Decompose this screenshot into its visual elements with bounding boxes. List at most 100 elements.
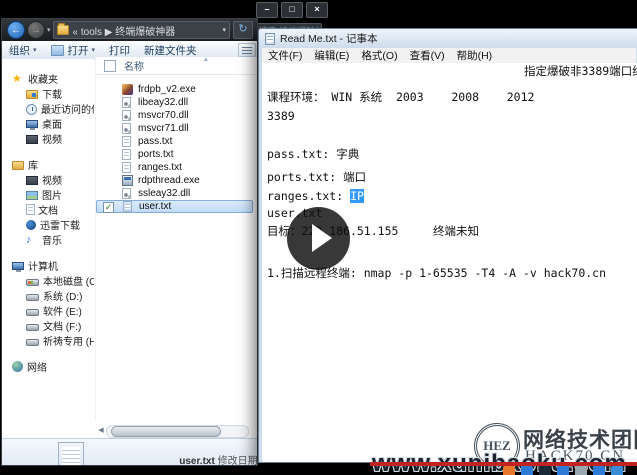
sidebar-item[interactable]: ★ 收藏夹 [2, 71, 94, 86]
sidebar-item[interactable]: 视频 [2, 131, 94, 146]
refresh-button[interactable]: ↻ [233, 21, 253, 39]
scrollbar-thumb[interactable] [111, 426, 221, 437]
file-name: rdpthread.exe [138, 175, 200, 186]
file-row[interactable]: libeay32.dll [96, 96, 253, 109]
sidebar-item-label: 最近访问的位置 [41, 101, 94, 116]
sidebar-item[interactable]: 最近访问的位置 [2, 101, 94, 116]
sidebar-item-label: 桌面 [42, 116, 62, 131]
sort-ascending-icon: ▲ [203, 57, 209, 63]
sidebar-item-label: 迅雷下载 [40, 217, 80, 232]
menu-item[interactable]: 查看(V) [404, 48, 451, 63]
notepad-title: Read Me.txt - 记事本 [280, 31, 377, 46]
file-name: ssleay32.dll [138, 188, 190, 199]
file-checkbox[interactable]: ✓ [103, 202, 114, 213]
sidebar-item[interactable]: 图片 [2, 187, 94, 202]
menu-item[interactable]: 格式(O) [355, 48, 403, 63]
menu-item[interactable]: 文件(F) [262, 48, 308, 63]
sidebar-item-label: 本地磁盘 (C:) [43, 273, 94, 288]
file-name: frdpb_v2.exe [138, 84, 196, 95]
txt-file-icon [122, 162, 131, 173]
select-all-checkbox[interactable] [104, 60, 116, 72]
minimize-button[interactable]: – [256, 2, 278, 18]
sidebar-item[interactable]: 祈祷专用 (H:) [2, 333, 94, 348]
sidebar-item[interactable]: 视频 [2, 172, 94, 187]
open-folder-icon [51, 45, 64, 56]
file-name: msvcr71.dll [138, 123, 189, 134]
sidebar-item[interactable]: 桌面 [2, 116, 94, 131]
scrollbar-track[interactable] [106, 425, 249, 438]
back-button[interactable]: ← [7, 21, 25, 39]
forward-button[interactable]: → [27, 21, 45, 39]
file-row[interactable]: rdpthread.exe [96, 174, 253, 187]
tray-icon[interactable] [593, 466, 605, 475]
documents-icon [26, 204, 35, 215]
notepad-line: pass.txt: 字典 [267, 147, 359, 162]
notepad-title-bar[interactable]: Read Me.txt - 记事本 [259, 29, 637, 48]
tray-icon[interactable] [611, 466, 623, 475]
star-icon: ★ [12, 73, 24, 85]
exe-app-icon [122, 175, 133, 186]
file-row[interactable]: ssleay32.dll [96, 187, 253, 200]
sidebar-item[interactable]: 下载 [2, 86, 94, 101]
scroll-left-arrow-icon[interactable]: ◀ [96, 426, 106, 436]
sidebar-item[interactable]: 文档 (F:) [2, 318, 94, 333]
pictures-icon [26, 191, 38, 200]
file-row[interactable]: frdpb_v2.exe [96, 83, 253, 96]
file-row[interactable]: msvcr70.dll [96, 109, 253, 122]
name-column-header[interactable]: 名称 [124, 58, 144, 73]
sidebar-item[interactable]: 文档 [2, 202, 94, 217]
sidebar-item[interactable]: 软件 (E:) [2, 303, 94, 318]
column-header-row[interactable]: 名称 ▲ [96, 57, 257, 75]
sidebar-item[interactable]: 本地磁盘 (C:) [2, 273, 94, 288]
tray-icon[interactable] [539, 466, 551, 475]
navigation-pane: ★ 收藏夹 下载 最近访问的位置 桌面 [2, 59, 94, 421]
file-row[interactable]: ports.txt [96, 148, 253, 161]
menu-item[interactable]: 编辑(E) [308, 48, 355, 63]
sidebar-item-label: 计算机 [28, 258, 58, 273]
tray-icon[interactable] [557, 466, 569, 475]
sidebar-item[interactable]: 库 [2, 157, 94, 172]
horizontal-scrollbar[interactable]: ◀ [96, 425, 249, 437]
play-button[interactable] [287, 207, 350, 270]
breadcrumb-dropdown-icon[interactable]: ▾ [222, 26, 226, 34]
breadcrumb[interactable]: « tools ▶ 终端爆破神器 [73, 23, 220, 38]
file-row[interactable]: msvcr71.dll [96, 122, 253, 135]
toolbar-button[interactable]: 打开 ▾ [44, 41, 103, 59]
network-icon [12, 361, 23, 372]
drive-c-icon [26, 279, 39, 286]
sidebar-item-label: 网络 [27, 359, 47, 374]
file-row[interactable]: ✓ user.txt [96, 200, 253, 213]
tray-icon[interactable] [503, 466, 515, 475]
tray-icon[interactable] [575, 466, 587, 475]
sidebar-item[interactable]: 迅雷下载 [2, 217, 94, 232]
file-row[interactable]: ranges.txt [96, 161, 253, 174]
exe-colorful-icon [122, 84, 133, 95]
libraries-icon [12, 161, 24, 170]
toolbar-button[interactable]: 组织 ▾ [2, 41, 44, 59]
sidebar-item-label: 系统 (D:) [43, 288, 82, 303]
recent-pages-dropdown-icon[interactable]: ▾ [47, 26, 51, 34]
file-row[interactable]: pass.txt [96, 135, 253, 148]
sidebar-item-label: 音乐 [42, 232, 62, 247]
address-bar: ← → ▾ « tools ▶ 终端爆破神器 ▾ ↻ [2, 19, 257, 41]
drive-icon [26, 324, 39, 331]
sidebar-item[interactable]: 系统 (D:) [2, 288, 94, 303]
tray-icon[interactable] [521, 466, 533, 475]
sidebar-item-label: 收藏夹 [28, 71, 58, 86]
sidebar-item[interactable]: 计算机 [2, 258, 94, 273]
taskbar-tray-icons [503, 466, 623, 475]
sidebar-item-label: 视频 [42, 131, 62, 146]
close-button[interactable]: × [306, 2, 328, 18]
menu-item[interactable]: 帮助(H) [451, 48, 499, 63]
change-view-button[interactable] [238, 43, 256, 57]
details-pane: user.txt 修改日期: 2016/6/4 17:26 文本文档 大小: 1… [2, 438, 257, 465]
sidebar-item[interactable]: 网络 [2, 359, 94, 374]
breadcrumb-field[interactable]: « tools ▶ 终端爆破神器 ▾ [53, 21, 230, 39]
maximize-button[interactable]: □ [281, 2, 303, 18]
text-file-icon [58, 442, 84, 465]
video-icon [26, 135, 38, 144]
computer-icon [12, 262, 24, 270]
sidebar-item[interactable]: ♪ 音乐 [2, 232, 94, 247]
status-file-name: user.txt [179, 456, 215, 465]
file-name: pass.txt [138, 136, 172, 147]
